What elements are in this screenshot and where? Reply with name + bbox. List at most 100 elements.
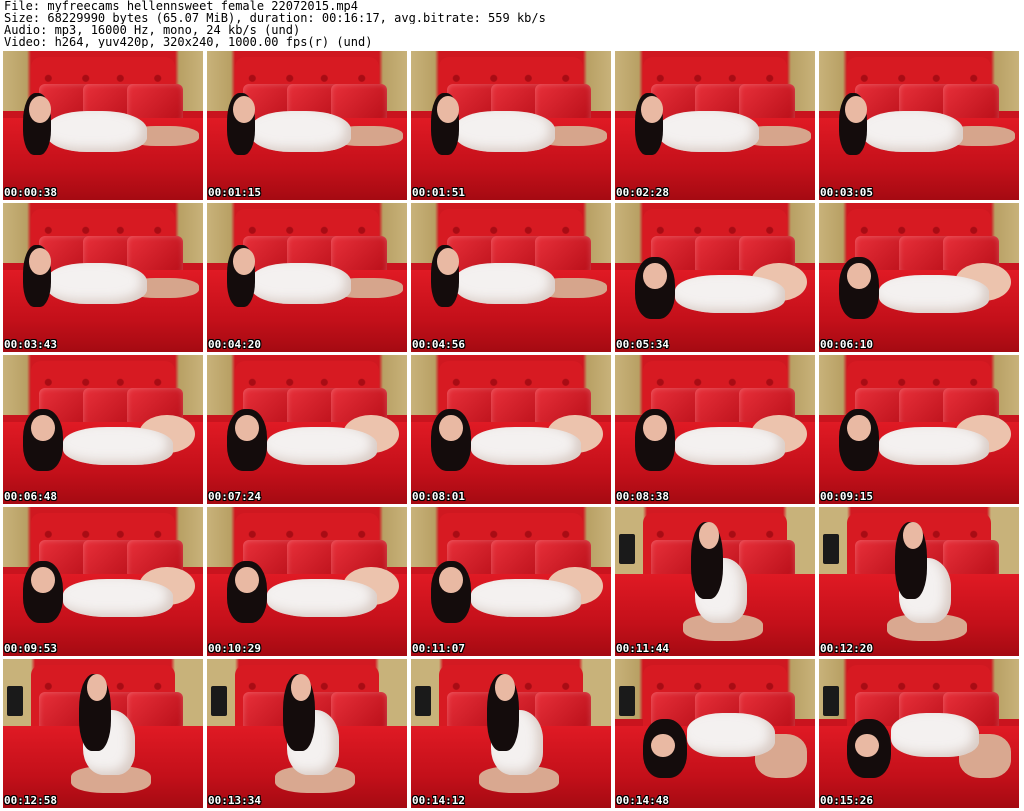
person-face <box>235 566 259 594</box>
person-face <box>291 673 311 701</box>
person-face <box>651 733 675 758</box>
person-white-outfit <box>863 110 963 153</box>
speaker-icon <box>7 685 23 716</box>
video-thumbnail: 00:08:38 <box>615 355 815 504</box>
person-face <box>641 95 663 123</box>
video-thumbnail: 00:03:43 <box>3 203 203 352</box>
thumbnail-grid: 00:00:38 00:01:15 00:01:51 00:02:28 00:03:05… <box>3 51 1022 810</box>
person-white-outfit <box>879 426 989 466</box>
video-thumbnail: 00:15:26 <box>819 659 1019 808</box>
video-thumbnail: 00:04:56 <box>411 203 611 352</box>
video-info-line: Video: h264, yuv420p, 320x240, 1000.00 f… <box>4 36 373 48</box>
thumbnail-timestamp: 00:11:44 <box>616 642 669 655</box>
thumbnail-timestamp: 00:12:58 <box>4 794 57 807</box>
red-pillow <box>535 691 591 731</box>
person-face <box>643 262 667 290</box>
person-white-outfit <box>455 262 555 305</box>
video-thumbnail: 00:03:05 <box>819 51 1019 200</box>
thumbnail-timestamp: 00:09:53 <box>4 642 57 655</box>
video-thumbnail: 00:04:20 <box>207 203 407 352</box>
file-name-line: File: myfreecams_hellennsweet_female_220… <box>4 0 359 12</box>
video-thumbnail: 00:05:34 <box>615 203 815 352</box>
video-thumbnail: 00:08:01 <box>411 355 611 504</box>
person-face <box>847 262 871 290</box>
person-face <box>235 414 259 442</box>
person-face <box>847 414 871 442</box>
thumbnail-timestamp: 00:01:51 <box>412 186 465 199</box>
person-white-outfit <box>267 426 377 466</box>
file-size-line: Size: 68229990 bytes (65.07 MiB), durati… <box>4 12 546 24</box>
red-pillow <box>943 539 999 579</box>
speaker-icon <box>415 685 431 716</box>
person-white-outfit <box>675 426 785 466</box>
thumbnail-timestamp: 00:02:28 <box>616 186 669 199</box>
video-thumbnail: 00:09:53 <box>3 507 203 656</box>
thumbnail-timestamp: 00:00:38 <box>4 186 57 199</box>
person-white-outfit <box>251 110 351 153</box>
person-face <box>439 414 463 442</box>
speaker-icon <box>619 685 635 716</box>
video-thumbnail: 00:07:24 <box>207 355 407 504</box>
file-info-header: File: myfreecams_hellennsweet_female_220… <box>4 0 1020 50</box>
person-face <box>699 521 719 549</box>
thumbnail-timestamp: 00:01:15 <box>208 186 261 199</box>
video-thumbnail: 00:01:15 <box>207 51 407 200</box>
person-face <box>31 566 55 594</box>
person-white-outfit <box>891 712 979 758</box>
speaker-icon <box>619 533 635 564</box>
person-white-outfit <box>471 426 581 466</box>
video-thumbnail: 00:10:29 <box>207 507 407 656</box>
person-face <box>29 247 51 275</box>
person-face <box>845 95 867 123</box>
person-white-outfit <box>687 712 775 758</box>
video-thumbnail: 00:12:58 <box>3 659 203 808</box>
person-face <box>31 414 55 442</box>
person-face <box>233 247 255 275</box>
person-white-outfit <box>63 426 173 466</box>
video-thumbnail: 00:02:28 <box>615 51 815 200</box>
video-thumbnail: 00:11:44 <box>615 507 815 656</box>
person-white-outfit <box>267 578 377 618</box>
person-face <box>903 521 923 549</box>
person-white-outfit <box>63 578 173 618</box>
thumbnail-timestamp: 00:14:12 <box>412 794 465 807</box>
thumbnail-timestamp: 00:05:34 <box>616 338 669 351</box>
person-face <box>29 95 51 123</box>
video-thumbnail: 00:14:48 <box>615 659 815 808</box>
video-thumbnail: 00:00:38 <box>3 51 203 200</box>
video-thumbnail: 00:01:51 <box>411 51 611 200</box>
person-face <box>439 566 463 594</box>
person-face <box>855 733 879 758</box>
thumbnail-timestamp: 00:14:48 <box>616 794 669 807</box>
person-white-outfit <box>251 262 351 305</box>
thumbnail-timestamp: 00:06:10 <box>820 338 873 351</box>
person-face <box>643 414 667 442</box>
thumbnail-timestamp: 00:03:43 <box>4 338 57 351</box>
video-thumbnail: 00:09:15 <box>819 355 1019 504</box>
speaker-icon <box>823 533 839 564</box>
speaker-icon <box>211 685 227 716</box>
person-face <box>437 247 459 275</box>
person-white-outfit <box>659 110 759 153</box>
speaker-icon <box>823 685 839 716</box>
thumbnail-timestamp: 00:04:56 <box>412 338 465 351</box>
thumbnail-timestamp: 00:09:15 <box>820 490 873 503</box>
video-thumbnail: 00:14:12 <box>411 659 611 808</box>
person-white-outfit <box>47 262 147 305</box>
video-thumbnail: 00:12:20 <box>819 507 1019 656</box>
thumbnail-timestamp: 00:04:20 <box>208 338 261 351</box>
person-white-outfit <box>455 110 555 153</box>
person-white-outfit <box>879 274 989 314</box>
video-thumbnail: 00:11:07 <box>411 507 611 656</box>
person-face <box>495 673 515 701</box>
thumbnail-timestamp: 00:11:07 <box>412 642 465 655</box>
thumbnail-timestamp: 00:15:26 <box>820 794 873 807</box>
audio-info-line: Audio: mp3, 16000 Hz, mono, 24 kb/s (und… <box>4 24 301 36</box>
thumbnail-timestamp: 00:08:01 <box>412 490 465 503</box>
red-pillow <box>739 539 795 579</box>
red-pillow <box>127 691 183 731</box>
video-thumbnail: 00:06:48 <box>3 355 203 504</box>
person-face <box>233 95 255 123</box>
thumbnail-timestamp: 00:13:34 <box>208 794 261 807</box>
thumbnail-timestamp: 00:12:20 <box>820 642 873 655</box>
